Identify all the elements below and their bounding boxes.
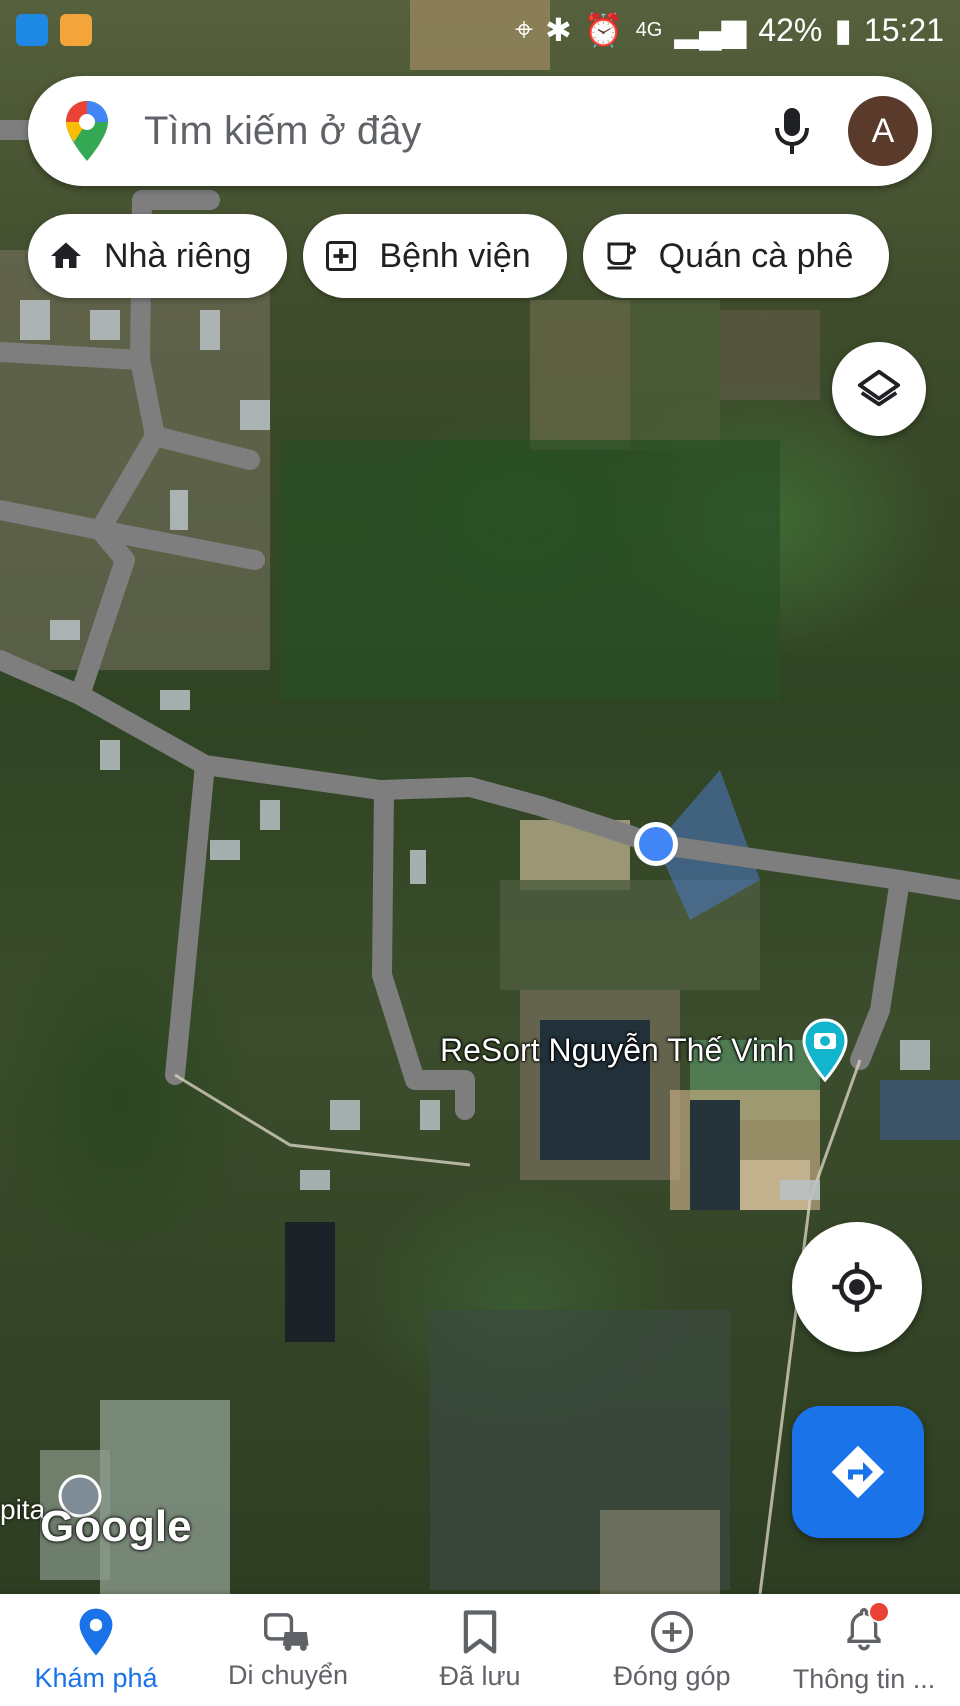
my-location-button[interactable] [792, 1222, 922, 1352]
bookmark-icon [463, 1609, 497, 1654]
google-maps-logo-icon [66, 101, 108, 161]
bluetooth-icon: ✱ [545, 12, 572, 48]
nav-commute[interactable]: Di chuyển [192, 1594, 384, 1706]
network-type: 4G [635, 18, 663, 41]
location-status-icon: ⌖ [515, 11, 534, 47]
nav-explore[interactable]: Khám phá [0, 1594, 192, 1706]
clock: 15:21 [863, 11, 944, 48]
notifications-icon-wrap [844, 1601, 890, 1658]
battery-icon: ▮ [834, 12, 852, 48]
bottom-navigation: Khám phá Di chuyển Đã lưu Đóng góp Thông… [0, 1594, 960, 1706]
hospital-icon [326, 241, 357, 271]
chip-label: Nhà riêng [104, 236, 252, 275]
directions-button[interactable] [792, 1406, 924, 1538]
poi-partial-label: pita [0, 1494, 46, 1525]
chip-label: Quán cà phê [658, 236, 854, 275]
chip-label: Bệnh viện [379, 236, 531, 275]
vnpt-pay-app-icon [16, 14, 48, 46]
chip-coffee[interactable]: Quán cà phê [582, 214, 890, 298]
layers-icon [857, 369, 901, 407]
nav-label: Di chuyển [227, 1659, 349, 1690]
battery-percent: 42% [758, 11, 823, 48]
search-input[interactable]: Tìm kiếm ở đây [144, 109, 772, 154]
nav-contribute[interactable]: Đóng góp [576, 1594, 768, 1706]
explore-pin-icon [79, 1608, 113, 1655]
nav-label: Đóng góp [613, 1660, 731, 1691]
status-bar: ⌖ ✱ ⏰ 4G ▂▄▆ 42% ▮ 15:21 [0, 0, 960, 60]
poi-label[interactable]: ReSort Nguyễn Thế Vinh [440, 1032, 795, 1069]
add-circle-icon [650, 1610, 694, 1653]
current-location-dot [639, 827, 673, 861]
chip-hospital[interactable]: Bệnh viện [303, 214, 567, 298]
microphone-icon[interactable] [772, 106, 812, 156]
notification-badge [868, 1601, 890, 1623]
photo-spot-pin-icon[interactable] [801, 1018, 849, 1082]
alarm-icon: ⏰ [583, 12, 624, 48]
poi-resort[interactable]: ReSort Nguyễn Thế Vinh [440, 1018, 849, 1082]
lottery-app-icon [60, 14, 92, 46]
directions-icon [831, 1445, 885, 1499]
nav-label: Thông tin ... [792, 1664, 936, 1694]
nav-label: Đã lưu [439, 1660, 521, 1691]
coffee-icon [607, 242, 636, 270]
google-watermark: Google [40, 1502, 192, 1551]
layers-button[interactable] [832, 342, 926, 436]
nav-updates[interactable]: Thông tin ... [768, 1594, 960, 1706]
account-avatar[interactable]: A [848, 96, 918, 166]
my-location-icon [832, 1262, 882, 1312]
nav-saved[interactable]: Đã lưu [384, 1594, 576, 1706]
category-chips: Nhà riêng Bệnh viện Quán cà phê [28, 214, 890, 298]
nav-label: Khám phá [34, 1662, 158, 1693]
signal-icon: ▂▄▆ [674, 12, 747, 48]
home-icon [51, 242, 81, 268]
search-bar[interactable]: Tìm kiếm ở đây A [28, 76, 932, 186]
chip-home[interactable]: Nhà riêng [28, 214, 288, 298]
commute-icon [264, 1612, 309, 1651]
